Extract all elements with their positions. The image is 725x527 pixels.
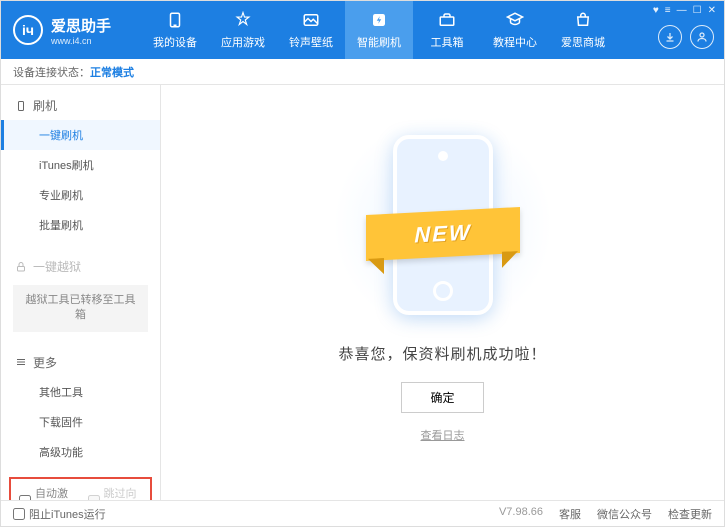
logo-icon: iч (13, 15, 43, 45)
nav-tutorials[interactable]: 教程中心 (481, 1, 549, 59)
footer-update[interactable]: 检查更新 (668, 506, 712, 522)
sidebar-jailbreak-head: 一键越狱 (1, 252, 160, 281)
nav-my-device[interactable]: 我的设备 (141, 1, 209, 59)
close-icon[interactable]: ✕ (708, 5, 716, 16)
skip-guide-checkbox[interactable]: 跳过向导 (88, 485, 143, 500)
nav-store[interactable]: 爱思商城 (549, 1, 617, 59)
top-nav: 我的设备 应用游戏 铃声壁纸 智能刷机 工具箱 教程中心 (141, 1, 724, 59)
window-controls: ♥ ≡ — ☐ ✕ (653, 5, 716, 16)
main-content: NEW 恭喜您，保资料刷机成功啦！ 确定 查看日志 (161, 85, 724, 500)
status-label: 设备连接状态： (13, 64, 90, 80)
auto-activate-checkbox[interactable]: 自动激活 (19, 485, 74, 500)
view-log-link[interactable]: 查看日志 (421, 427, 465, 443)
sidebar: 刷机 一键刷机 iTunes刷机 专业刷机 批量刷机 一键越狱 越狱工具已转移至… (1, 85, 161, 500)
version-text: V7.98.66 (499, 506, 543, 522)
menu-lines-icon (15, 356, 27, 368)
user-button[interactable] (690, 25, 714, 49)
sidebar-item-oneclick[interactable]: 一键刷机 (1, 120, 160, 150)
lock-icon (15, 261, 27, 273)
sidebar-jailbreak-note: 越狱工具已转移至工具箱 (13, 285, 148, 332)
options-highlight: 自动激活 跳过向导 (9, 477, 152, 500)
app-url: www.i4.cn (51, 36, 111, 46)
image-icon (301, 10, 321, 30)
nav-ringtones[interactable]: 铃声壁纸 (277, 1, 345, 59)
phone-icon (15, 100, 27, 112)
ok-button[interactable]: 确定 (401, 382, 483, 413)
maximize-icon[interactable]: ☐ (693, 5, 702, 16)
sidebar-item-advanced[interactable]: 高级功能 (1, 437, 160, 467)
nav-apps[interactable]: 应用游戏 (209, 1, 277, 59)
app-title: 爱思助手 (51, 15, 111, 36)
sidebar-item-other[interactable]: 其他工具 (1, 377, 160, 407)
success-message: 恭喜您，保资料刷机成功啦！ (338, 343, 546, 364)
logo-area: iч 爱思助手 www.i4.cn (1, 15, 141, 46)
footer-wechat[interactable]: 微信公众号 (597, 506, 652, 522)
download-button[interactable] (658, 25, 682, 49)
menu-icon[interactable]: ≡ (665, 5, 671, 16)
sidebar-flash-head[interactable]: 刷机 (1, 91, 160, 120)
sidebar-item-firmware[interactable]: 下载固件 (1, 407, 160, 437)
footer-support[interactable]: 客服 (559, 506, 581, 522)
toolbox-icon (437, 10, 457, 30)
flash-icon (369, 10, 389, 30)
apps-icon (233, 10, 253, 30)
status-bar: 设备连接状态： 正常模式 (1, 59, 724, 85)
success-illustration: NEW (378, 125, 508, 325)
app-header: iч 爱思助手 www.i4.cn 我的设备 应用游戏 铃声壁纸 智能刷机 (1, 1, 724, 59)
device-icon (165, 10, 185, 30)
cart-icon[interactable]: ♥ (653, 5, 659, 16)
status-mode: 正常模式 (90, 64, 134, 80)
sidebar-item-itunes[interactable]: iTunes刷机 (1, 150, 160, 180)
footer: 阻止iTunes运行 V7.98.66 客服 微信公众号 检查更新 (1, 500, 724, 526)
sidebar-item-pro[interactable]: 专业刷机 (1, 180, 160, 210)
tutorial-icon (505, 10, 525, 30)
nav-flash[interactable]: 智能刷机 (345, 1, 413, 59)
nav-toolbox[interactable]: 工具箱 (413, 1, 481, 59)
store-icon (573, 10, 593, 30)
minimize-icon[interactable]: — (677, 5, 687, 16)
ribbon-text: NEW (414, 219, 471, 248)
sidebar-more-head[interactable]: 更多 (1, 348, 160, 377)
block-itunes-checkbox[interactable]: 阻止iTunes运行 (13, 506, 106, 522)
sidebar-item-batch[interactable]: 批量刷机 (1, 210, 160, 240)
